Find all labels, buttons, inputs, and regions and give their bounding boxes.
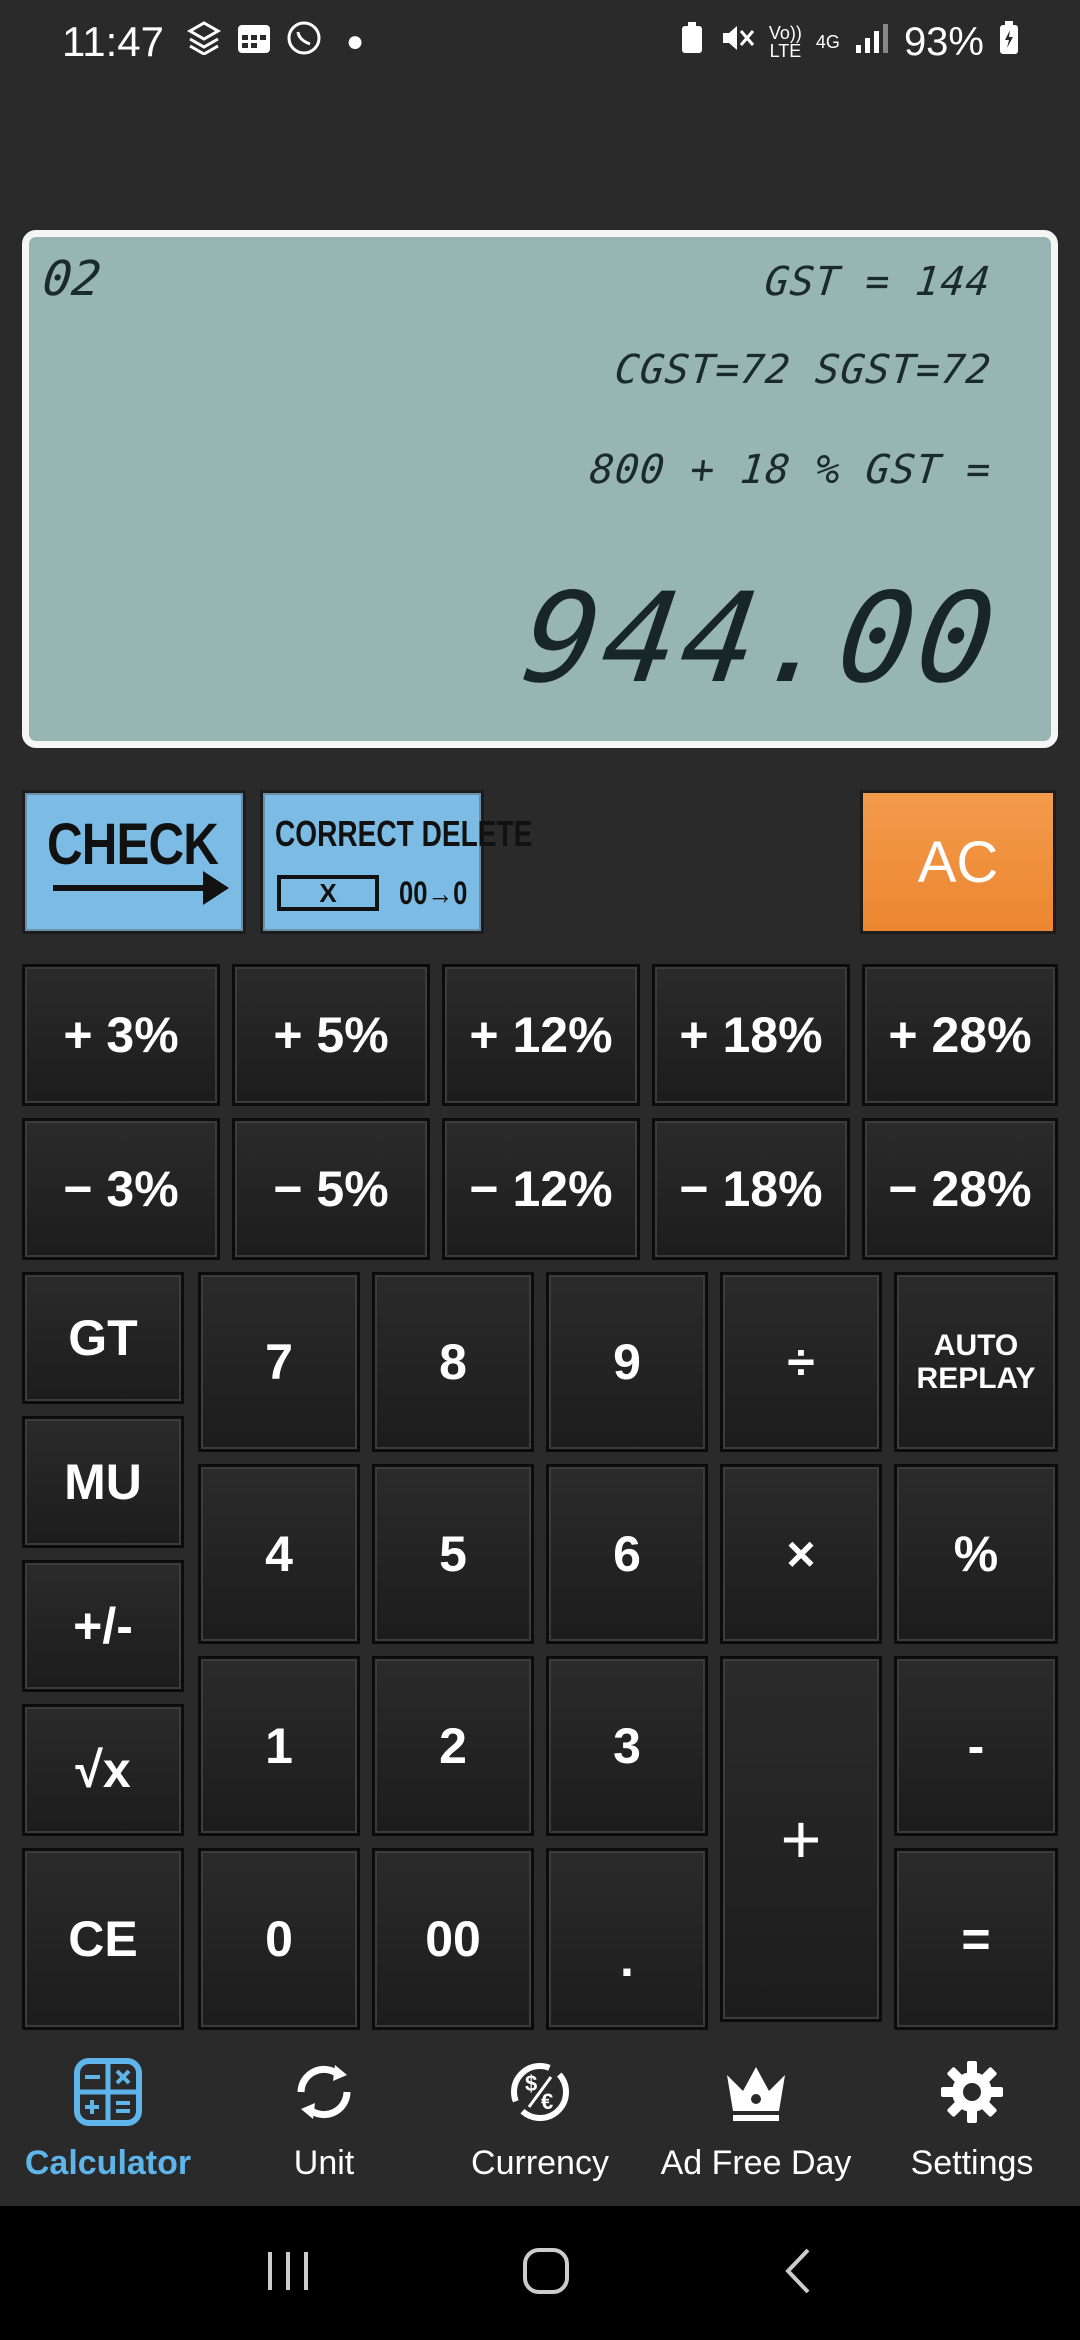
gear-icon bbox=[932, 2052, 1012, 2132]
gt-button[interactable]: GT bbox=[22, 1272, 184, 1404]
battery-saver-icon bbox=[679, 21, 705, 64]
dot-icon: ● bbox=[346, 25, 365, 58]
status-time: 11:47 bbox=[62, 18, 164, 65]
digit-1-button[interactable]: 1 bbox=[198, 1656, 360, 1836]
whatsapp-icon bbox=[286, 20, 322, 65]
nav-currency[interactable]: $ € Currency bbox=[432, 2040, 648, 2206]
correct-delete-button[interactable]: CORRECT DELETE X 00→0 bbox=[260, 790, 532, 934]
minus-5-percent-button[interactable]: − 5% bbox=[232, 1118, 430, 1260]
crown-icon bbox=[716, 2052, 796, 2132]
percent-button[interactable]: % bbox=[894, 1464, 1058, 1644]
back-icon[interactable] bbox=[780, 2246, 816, 2301]
cgst-sgst-line: CGST=72 SGST=72 bbox=[612, 347, 994, 393]
digit-0-button[interactable]: 0 bbox=[198, 1848, 360, 2030]
plus-18-percent-button[interactable]: + 18% bbox=[652, 964, 850, 1106]
svg-text:€: € bbox=[541, 2089, 553, 2114]
digit-3-button[interactable]: 3 bbox=[546, 1656, 708, 1836]
home-icon[interactable] bbox=[521, 2246, 571, 2301]
nav-ad-free-label: Ad Free Day bbox=[660, 2144, 852, 2182]
check-label: CHECK bbox=[47, 812, 219, 877]
nav-calculator[interactable]: Calculator bbox=[0, 2040, 216, 2206]
battery-icon bbox=[998, 20, 1020, 65]
digit-4-button[interactable]: 4 bbox=[198, 1464, 360, 1644]
plus-3-percent-button[interactable]: + 3% bbox=[22, 964, 220, 1106]
equals-button[interactable]: = bbox=[894, 1848, 1058, 2030]
plus-5-percent-button[interactable]: + 5% bbox=[232, 964, 430, 1106]
calculator-display: 02 GST = 144 CGST=72 SGST=72 800 + 18 % … bbox=[22, 230, 1058, 748]
digit-6-button[interactable]: 6 bbox=[546, 1464, 708, 1644]
refresh-icon bbox=[284, 2052, 364, 2132]
nav-settings[interactable]: Settings bbox=[864, 2040, 1080, 2206]
bottom-navigation: Calculator Unit $ € Currency Ad Free Day… bbox=[0, 2040, 1080, 2206]
arrow-right-icon bbox=[53, 871, 229, 905]
sqrt-button[interactable]: √x bbox=[22, 1704, 184, 1836]
battery-percent: 93% bbox=[903, 19, 984, 64]
minus-3-percent-button[interactable]: − 3% bbox=[22, 1118, 220, 1260]
system-navigation-bar bbox=[0, 2206, 1080, 2340]
minus-button[interactable]: - bbox=[894, 1656, 1058, 1836]
step-counter: 02 bbox=[40, 251, 104, 307]
app-notification-icon bbox=[186, 20, 222, 64]
nav-settings-label: Settings bbox=[910, 2144, 1034, 2182]
calculator-icon bbox=[68, 2052, 148, 2132]
check-button[interactable]: CHECK bbox=[22, 790, 246, 934]
digit-7-button[interactable]: 7 bbox=[198, 1272, 360, 1452]
nav-unit-label: Unit bbox=[293, 2144, 355, 2182]
svg-text:$: $ bbox=[525, 2071, 537, 2096]
nav-currency-label: Currency bbox=[471, 2144, 609, 2182]
digit-8-button[interactable]: 8 bbox=[372, 1272, 534, 1452]
mu-button[interactable]: MU bbox=[22, 1416, 184, 1548]
plus-28-percent-button[interactable]: + 28% bbox=[862, 964, 1058, 1106]
result-value: 944.00 bbox=[514, 567, 1008, 711]
gst-line: GST = 144 bbox=[762, 259, 994, 305]
network-type: 4G bbox=[815, 32, 840, 52]
minus-12-percent-button[interactable]: − 12% bbox=[442, 1118, 640, 1260]
volte-label: Vo)) LTE bbox=[768, 23, 802, 61]
double-zero-button[interactable]: 00 bbox=[372, 1848, 534, 2030]
nav-ad-free-day[interactable]: Ad Free Day bbox=[648, 2040, 864, 2206]
correct-box-label: X bbox=[277, 875, 379, 911]
expression-line: 800 + 18 % GST = bbox=[587, 447, 994, 493]
divide-button[interactable]: ÷ bbox=[720, 1272, 882, 1452]
multiply-button[interactable]: × bbox=[720, 1464, 882, 1644]
mute-icon bbox=[719, 21, 755, 64]
digit-5-button[interactable]: 5 bbox=[372, 1464, 534, 1644]
nav-calculator-label: Calculator bbox=[24, 2144, 192, 2182]
ac-button[interactable]: AC bbox=[860, 790, 1056, 934]
status-bar: 11:47 ● Vo)) LTE 4G 93% bbox=[0, 0, 1080, 84]
minus-28-percent-button[interactable]: − 28% bbox=[862, 1118, 1058, 1260]
currency-exchange-icon: $ € bbox=[500, 2052, 580, 2132]
plus-minus-button[interactable]: +/- bbox=[22, 1560, 184, 1692]
auto-replay-button[interactable]: AUTO REPLAY bbox=[894, 1272, 1058, 1452]
digit-2-button[interactable]: 2 bbox=[372, 1656, 534, 1836]
correct-delete-label: CORRECT DELETE bbox=[275, 813, 533, 854]
minus-18-percent-button[interactable]: − 18% bbox=[652, 1118, 850, 1260]
decimal-button[interactable]: . bbox=[546, 1848, 708, 2030]
signal-icon bbox=[854, 21, 890, 64]
calendar-icon bbox=[236, 21, 272, 64]
nav-unit[interactable]: Unit bbox=[216, 2040, 432, 2206]
plus-12-percent-button[interactable]: + 12% bbox=[442, 964, 640, 1106]
digit-9-button[interactable]: 9 bbox=[546, 1272, 708, 1452]
plus-button[interactable]: + bbox=[720, 1656, 882, 2022]
ce-button[interactable]: CE bbox=[22, 1848, 184, 2030]
recent-apps-icon[interactable] bbox=[264, 2248, 312, 2299]
delete-hint-label: 00→0 bbox=[399, 875, 468, 911]
